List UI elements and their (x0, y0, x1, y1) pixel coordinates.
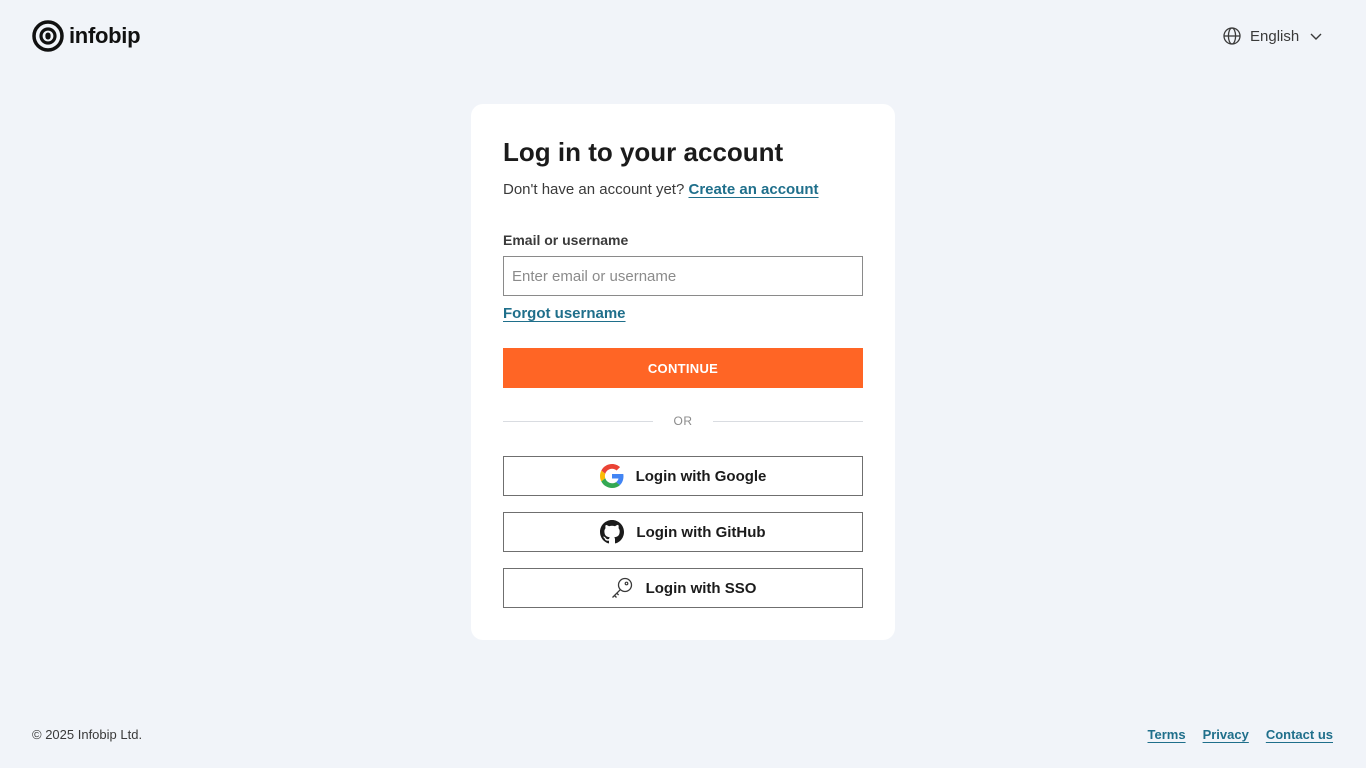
login-card: Log in to your account Don't have an acc… (471, 104, 895, 640)
language-selector[interactable]: English (1222, 26, 1323, 46)
language-label: English (1250, 27, 1300, 45)
create-account-link[interactable]: Create an account (689, 181, 819, 198)
or-divider: OR (503, 412, 863, 432)
github-icon (600, 520, 625, 544)
terms-link[interactable]: Terms (1148, 727, 1186, 742)
login-github-button[interactable]: Login with GitHub (503, 512, 863, 552)
login-sso-label: Login with SSO (645, 579, 757, 597)
signup-prompt: Don't have an account yet? Create an acc… (503, 181, 819, 198)
contact-us-link[interactable]: Contact us (1266, 727, 1333, 742)
no-account-text: Don't have an account yet? (503, 181, 685, 198)
login-sso-button[interactable]: Login with SSO (503, 568, 863, 608)
infobip-logo-icon (32, 20, 64, 52)
chevron-down-icon (1310, 33, 1322, 40)
email-field[interactable] (503, 256, 863, 296)
forgot-username-link[interactable]: Forgot username (503, 305, 626, 322)
email-label: Email or username (503, 232, 629, 248)
infobip-logo[interactable]: infobip (32, 20, 141, 52)
footer-links: Terms Privacy Contact us (1148, 727, 1334, 742)
privacy-link[interactable]: Privacy (1203, 727, 1249, 742)
copyright-text: © 2025 Infobip Ltd. (32, 727, 143, 742)
login-google-button[interactable]: Login with Google (503, 456, 863, 496)
google-icon (599, 464, 624, 488)
globe-icon (1223, 27, 1241, 45)
continue-button[interactable]: CONTINUE (503, 348, 863, 388)
divider-line-right (713, 421, 863, 422)
key-icon (611, 577, 632, 598)
page-title: Log in to your account (503, 137, 784, 167)
login-google-label: Login with Google (635, 467, 767, 485)
brand-name: infobip (69, 23, 141, 48)
login-github-label: Login with GitHub (636, 523, 766, 541)
